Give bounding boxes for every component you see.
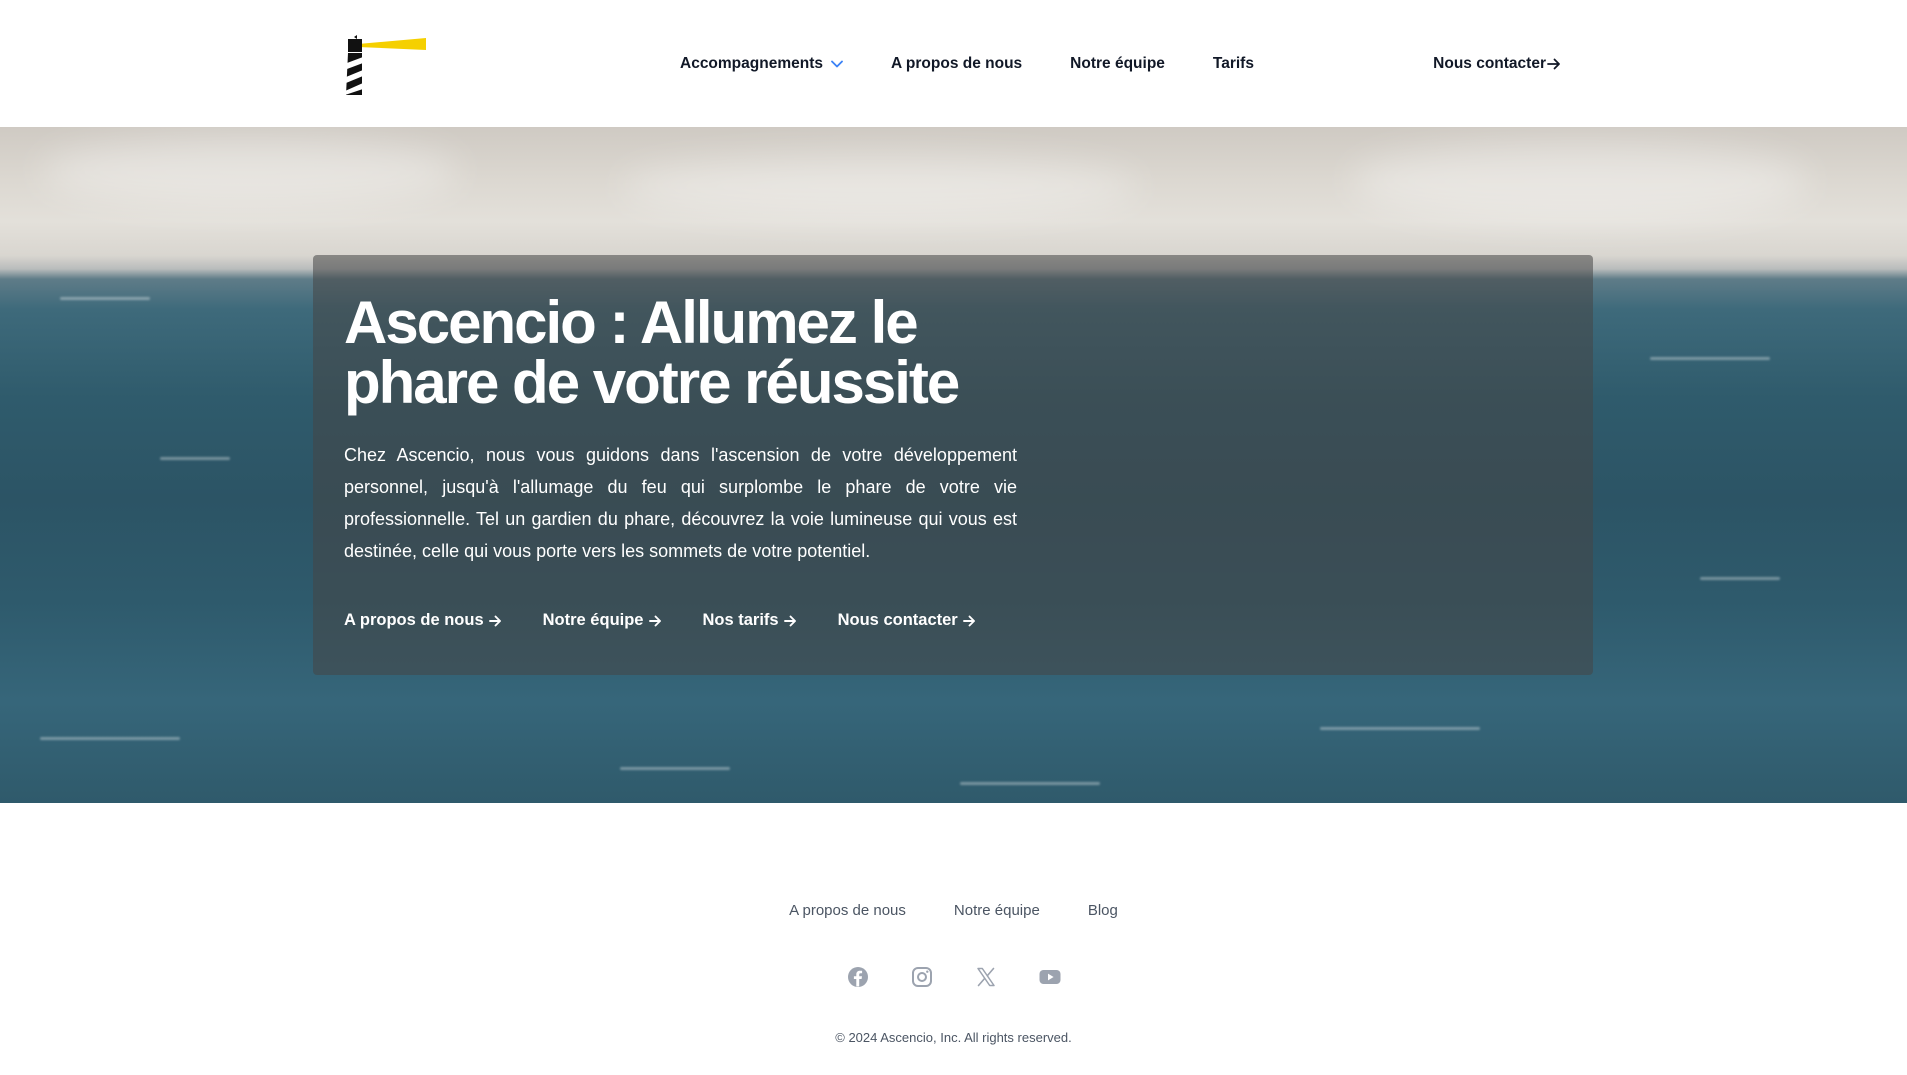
footer-link-a-propos[interactable]: A propos de nous (789, 902, 906, 919)
main-nav: Accompagnements A propos de nous Notre é… (680, 0, 1254, 127)
nav-accompagnements[interactable]: Accompagnements (680, 55, 843, 73)
hero-link-notre-equipe[interactable]: Notre équipe (543, 611, 662, 630)
footer-link-notre-equipe[interactable]: Notre équipe (954, 902, 1040, 919)
wave-highlight (40, 737, 180, 740)
hero-link-label: Notre équipe (542, 611, 644, 629)
youtube-icon[interactable] (1038, 965, 1062, 989)
hero-panel: Ascencio : Allumez le phare de votre réu… (313, 255, 1593, 675)
contact-button-label: Nous contacter (1433, 54, 1546, 72)
facebook-icon[interactable] (846, 965, 870, 989)
hero-link-nous-contacter[interactable]: Nous contacter (838, 611, 976, 630)
hero-section: Ascencio : Allumez le phare de votre réu… (0, 127, 1907, 803)
footer-link-blog[interactable]: Blog (1088, 902, 1118, 919)
hero-title: Ascencio : Allumez le phare de votre réu… (344, 289, 960, 416)
wave-highlight (620, 767, 730, 770)
nav-a-propos[interactable]: A propos de nous (891, 55, 1022, 73)
x-icon[interactable] (974, 965, 998, 989)
arrow-right-icon (488, 615, 502, 627)
arrow-right-icon (962, 615, 976, 627)
arrow-right-icon (648, 615, 662, 627)
hero-link-nos-tarifs[interactable]: Nos tarifs (703, 611, 797, 630)
wave-highlight (960, 782, 1100, 785)
hero-link-label: A propos de nous (344, 611, 484, 629)
nav-notre-equipe[interactable]: Notre équipe (1070, 55, 1165, 73)
arrow-right-icon (1547, 58, 1561, 70)
contact-button[interactable]: Nous contacter (1433, 0, 1561, 127)
copyright-text: © 2024 Ascencio, Inc. All rights reserve… (835, 1030, 1072, 1045)
wave-highlight (160, 457, 230, 460)
cloud-decoration (1350, 142, 1810, 222)
wave-highlight (60, 297, 150, 300)
wave-highlight (1700, 577, 1780, 580)
cloud-decoration (40, 137, 460, 207)
arrow-right-icon (783, 615, 797, 627)
nav-tarifs[interactable]: Tarifs (1213, 55, 1254, 73)
footer-nav: A propos de nous Notre équipe Blog (0, 902, 1907, 919)
hero-description: Chez Ascencio, nous vous guidons dans l'… (344, 445, 1017, 561)
hero-link-a-propos[interactable]: A propos de nous (344, 611, 502, 630)
hero-links: A propos de nous Notre équipe Nos tarifs… (344, 611, 976, 630)
social-links (0, 965, 1907, 989)
cloud-decoration (620, 157, 1140, 217)
hero-link-label: Nous contacter (837, 611, 958, 629)
wave-highlight (1320, 727, 1480, 730)
nav-accompagnements-label: Accompagnements (680, 54, 823, 72)
wave-highlight (1650, 357, 1770, 360)
chevron-down-icon[interactable] (831, 60, 843, 68)
instagram-icon[interactable] (910, 965, 934, 989)
lighthouse-logo-icon[interactable] (344, 33, 428, 95)
site-header: Accompagnements A propos de nous Notre é… (0, 0, 1907, 127)
hero-link-label: Nos tarifs (702, 611, 779, 629)
